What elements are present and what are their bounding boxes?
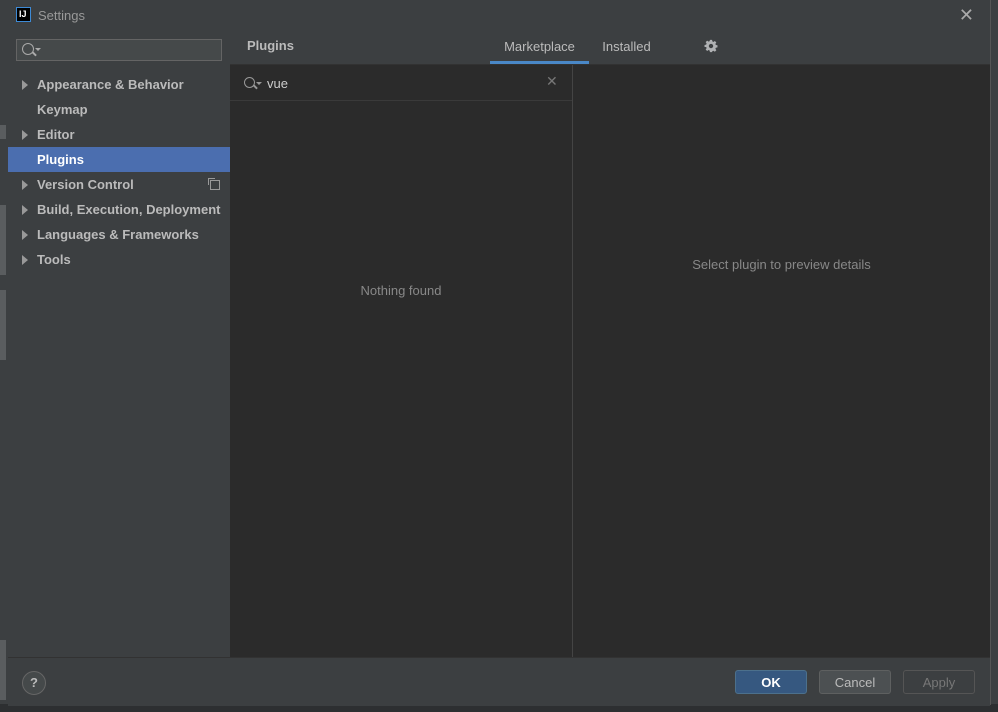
sidebar-item-label: Build, Execution, Deployment <box>37 202 221 217</box>
sidebar-item-label: Keymap <box>37 102 88 117</box>
sidebar-item-label: Version Control <box>37 177 134 192</box>
gear-icon[interactable] <box>704 39 718 53</box>
cancel-button[interactable]: Cancel <box>819 670 891 694</box>
window-title: Settings <box>38 8 85 23</box>
expand-arrow-icon[interactable] <box>22 180 28 190</box>
close-icon[interactable]: ✕ <box>959 5 974 26</box>
expand-arrow-icon[interactable] <box>22 230 28 240</box>
search-icon <box>22 43 34 55</box>
project-level-copy-icon <box>208 178 220 190</box>
sidebar-item-version-control[interactable]: Version Control <box>8 172 230 197</box>
clear-search-icon[interactable]: ✕ <box>546 73 558 90</box>
plugins-panel: Plugins Marketplace Installed ✕ Nothing … <box>230 30 990 657</box>
settings-nav: Appearance & Behavior Keymap Editor Plug… <box>8 72 230 272</box>
ok-button[interactable]: OK <box>735 670 807 694</box>
expand-arrow-icon[interactable] <box>22 130 28 140</box>
plugin-search-bar: ✕ <box>230 65 572 101</box>
page-title: Plugins <box>247 38 294 53</box>
search-history-caret-icon[interactable] <box>35 48 41 51</box>
plugin-list-pane: ✕ Nothing found <box>230 65 573 657</box>
title-bar: IJ Settings ✕ <box>8 0 990 30</box>
expand-arrow-icon[interactable] <box>22 80 28 90</box>
background-ide-left-strip <box>0 0 8 712</box>
search-icon <box>244 77 255 88</box>
search-options-caret-icon[interactable] <box>256 82 262 85</box>
sidebar-item-appearance-behavior[interactable]: Appearance & Behavior <box>8 72 230 97</box>
sidebar-item-plugins[interactable]: Plugins <box>8 147 230 172</box>
settings-dialog: IJ Settings ✕ Appearance & Behavior Keym… <box>8 0 991 706</box>
sidebar-item-label: Tools <box>37 252 71 267</box>
sidebar-item-label: Editor <box>37 127 75 142</box>
dialog-footer: ? OK Cancel Apply <box>8 657 990 706</box>
sidebar-item-keymap[interactable]: Keymap <box>8 97 230 122</box>
settings-sidebar: Appearance & Behavior Keymap Editor Plug… <box>8 30 230 657</box>
expand-arrow-icon[interactable] <box>22 205 28 215</box>
expand-arrow-icon[interactable] <box>22 255 28 265</box>
sidebar-item-build-execution-deployment[interactable]: Build, Execution, Deployment <box>8 197 230 222</box>
empty-results-text: Nothing found <box>360 283 442 298</box>
intellij-app-icon: IJ <box>16 7 31 22</box>
plugin-search-input[interactable] <box>265 73 539 93</box>
tab-installed[interactable]: Installed <box>589 30 664 64</box>
preview-placeholder-text: Select plugin to preview details <box>692 257 871 272</box>
plugin-detail-pane: Select plugin to preview details <box>573 65 990 657</box>
sidebar-item-tools[interactable]: Tools <box>8 247 230 272</box>
plugins-header: Plugins Marketplace Installed <box>230 30 990 65</box>
apply-button[interactable]: Apply <box>903 670 975 694</box>
settings-search-input[interactable] <box>16 39 222 61</box>
help-button[interactable]: ? <box>22 671 46 695</box>
sidebar-item-languages-frameworks[interactable]: Languages & Frameworks <box>8 222 230 247</box>
sidebar-item-label: Languages & Frameworks <box>37 227 199 242</box>
sidebar-item-label: Plugins <box>37 152 84 167</box>
tab-marketplace[interactable]: Marketplace <box>490 30 589 64</box>
sidebar-item-label: Appearance & Behavior <box>37 77 184 92</box>
sidebar-item-editor[interactable]: Editor <box>8 122 230 147</box>
